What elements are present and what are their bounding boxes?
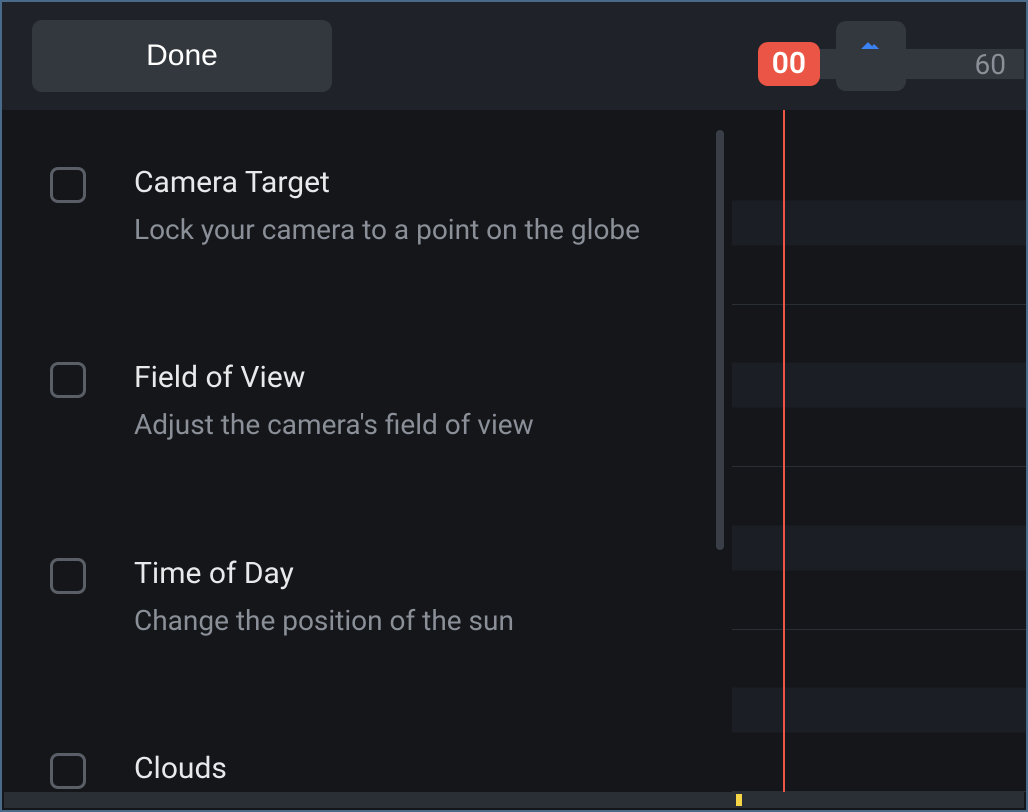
timeline-track-time-of-day[interactable] xyxy=(732,467,1026,630)
effect-item-clouds: Clouds xyxy=(2,751,732,792)
timeline-track-field-of-view[interactable] xyxy=(732,305,1026,468)
effect-title: Time of Day xyxy=(134,556,514,591)
effect-text-group: Clouds xyxy=(134,751,227,792)
timeline-panel[interactable] xyxy=(732,110,1026,792)
effect-item-time-of-day: Time of Day Change the position of the s… xyxy=(2,556,732,639)
checkbox-clouds[interactable] xyxy=(50,753,86,789)
bottom-scrollbar[interactable] xyxy=(4,792,1024,808)
effect-text-group: Time of Day Change the position of the s… xyxy=(134,556,514,639)
effect-text-group: Camera Target Lock your camera to a poin… xyxy=(134,165,640,248)
done-button[interactable]: Done xyxy=(32,20,332,92)
effect-description: Lock your camera to a point on the globe xyxy=(134,212,640,248)
effect-title: Clouds xyxy=(134,751,227,786)
bottom-bar-spacer xyxy=(4,792,734,808)
checkbox-time-of-day[interactable] xyxy=(50,558,86,594)
ruler-mark-60: 60 xyxy=(975,48,1006,81)
toolbar: Done 00 60 xyxy=(2,2,1026,110)
content-area: Camera Target Lock your camera to a poin… xyxy=(2,110,1026,792)
track-lane xyxy=(732,688,1026,733)
effect-description: Change the position of the sun xyxy=(134,603,514,639)
track-lane xyxy=(732,525,1026,570)
checkbox-camera-target[interactable] xyxy=(50,167,86,203)
effect-item-field-of-view: Field of View Adjust the camera's field … xyxy=(2,360,732,443)
effects-panel: Camera Target Lock your camera to a poin… xyxy=(2,110,732,792)
timeline-ruler[interactable]: 00 60 xyxy=(758,42,1024,86)
playhead-badge[interactable]: 00 xyxy=(758,42,820,86)
done-button-label: Done xyxy=(146,39,218,73)
effect-description: Adjust the camera's field of view xyxy=(134,407,534,443)
effect-text-group: Field of View Adjust the camera's field … xyxy=(134,360,534,443)
track-lane xyxy=(732,200,1026,245)
playhead-value: 00 xyxy=(772,49,806,79)
track-lane xyxy=(732,363,1026,408)
effect-title: Camera Target xyxy=(134,165,640,200)
effects-scrollbar[interactable] xyxy=(716,130,724,550)
checkbox-field-of-view[interactable] xyxy=(50,362,86,398)
ruler-track[interactable]: 60 xyxy=(814,49,1024,79)
playhead-line[interactable] xyxy=(783,110,785,792)
effect-item-camera-target: Camera Target Lock your camera to a poin… xyxy=(2,165,732,248)
effect-title: Field of View xyxy=(134,360,534,395)
timeline-track-clouds[interactable] xyxy=(732,630,1026,793)
scrollbar-thumb[interactable] xyxy=(736,794,742,806)
timeline-track-camera-target[interactable] xyxy=(732,142,1026,305)
effects-list: Camera Target Lock your camera to a poin… xyxy=(2,110,732,792)
